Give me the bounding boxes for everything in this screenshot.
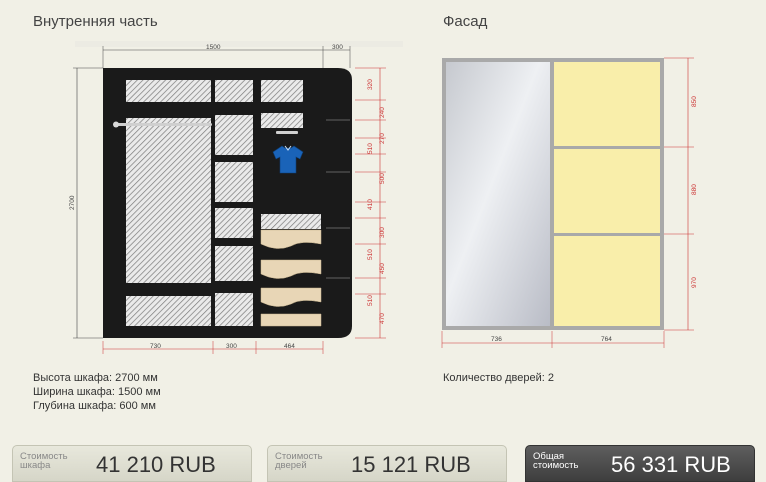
- dim-right-9: 450: [379, 263, 386, 274]
- price-cabinet: Стоимость шкафа 41 210 RUB: [12, 445, 252, 482]
- dim-facade-right-2: 880: [691, 184, 698, 195]
- dim-top-width: 1500: [206, 44, 221, 51]
- dim-bottom-1: 730: [150, 343, 161, 350]
- interior-title: Внутренняя часть: [33, 13, 158, 30]
- dim-facade-right-3: 970: [691, 277, 698, 288]
- middle-shelf-3: [215, 208, 253, 238]
- top-shelf-middle: [215, 80, 253, 102]
- panel-bottom: [554, 236, 660, 326]
- dim-height: 2700: [69, 195, 76, 210]
- dim-facade-right-1: 850: [691, 96, 698, 107]
- panel-middle: [554, 149, 660, 233]
- top-shelf-right: [261, 80, 303, 102]
- spec-width: Ширина шкафа: 1500 мм: [33, 386, 161, 398]
- bottom-shelf-left: [126, 296, 211, 326]
- price-cabinet-label: Стоимость шкафа: [20, 451, 68, 471]
- hanging-compartment: [126, 118, 211, 283]
- dim-right-8: 510: [367, 249, 374, 260]
- middle-shelf-4: [215, 246, 253, 281]
- price-doors: Стоимость дверей 15 121 RUB: [267, 445, 507, 482]
- dim-right-1: 320: [367, 79, 374, 90]
- dim-right-10: 510: [367, 295, 374, 306]
- top-shelf-left: [126, 80, 211, 102]
- middle-shelf-2: [215, 162, 253, 202]
- panel-top: [554, 62, 660, 146]
- right-mid-shelf: [261, 214, 321, 229]
- cabinet-side-rounded: [323, 68, 352, 338]
- middle-shelf-1: [215, 115, 253, 155]
- price-total-value: 56 331 RUB: [611, 452, 731, 477]
- spec-height: Высота шкафа: 2700 мм: [33, 372, 158, 384]
- dim-right-6: 410: [367, 199, 374, 210]
- dim-right-5: 500: [379, 173, 386, 184]
- price-doors-label: Стоимость дверей: [275, 451, 323, 471]
- hanging-rail: [115, 123, 212, 126]
- spec-doors: Количество дверей: 2: [443, 372, 554, 384]
- spec-depth: Глубина шкафа: 600 мм: [33, 400, 156, 412]
- price-total: Общая стоимость 56 331 RUB: [525, 445, 755, 482]
- dim-top-side: 300: [332, 44, 343, 51]
- dim-facade-bottom-1: 736: [491, 336, 502, 343]
- price-total-label: Общая стоимость: [533, 451, 579, 471]
- dim-right-2: 240: [379, 107, 386, 118]
- price-doors-value: 15 121 RUB: [351, 452, 471, 477]
- interior-drawing: 1500 300 2700 730 300 464 320 240 270 51…: [69, 41, 403, 354]
- middle-shelf-5: [215, 293, 253, 326]
- dim-facade-bottom-2: 764: [601, 336, 612, 343]
- price-bar: Стоимость шкафа 41 210 RUB Стоимость две…: [0, 441, 766, 482]
- dim-right-7: 300: [379, 227, 386, 238]
- mirror-door: [446, 62, 550, 326]
- right-top-shelf: [261, 113, 303, 128]
- dim-right-11: 470: [379, 313, 386, 324]
- dim-bottom-3: 464: [284, 343, 295, 350]
- dim-right-4: 510: [367, 143, 374, 154]
- facade-title: Фасад: [443, 13, 488, 30]
- price-cabinet-value: 41 210 RUB: [96, 452, 216, 477]
- dim-right-3: 270: [379, 133, 386, 144]
- facade-drawing: 850 880 970 736 764: [441, 57, 698, 348]
- dim-bottom-2: 300: [226, 343, 237, 350]
